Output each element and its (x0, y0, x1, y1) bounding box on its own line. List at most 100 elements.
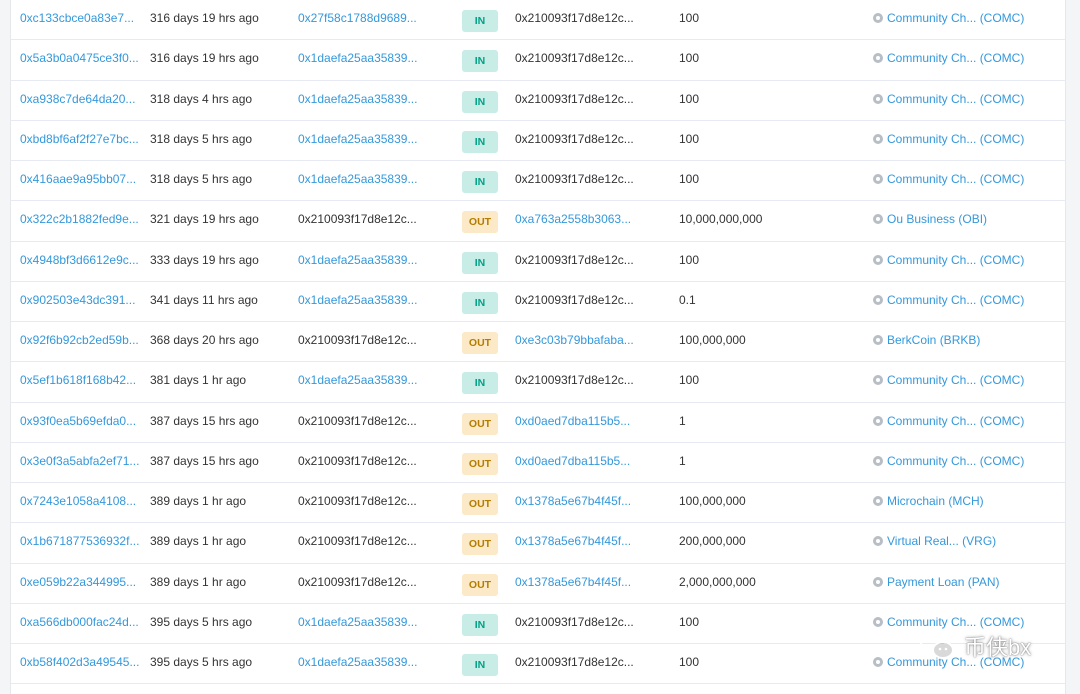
token-icon (873, 375, 883, 386)
token-link[interactable]: Community Ch... (COMC) (873, 403, 1024, 442)
from-address-link[interactable]: 0x1daefa25aa35839... (298, 161, 417, 200)
from-address-link[interactable]: 0x1daefa25aa35839... (298, 604, 417, 643)
from-address-link[interactable]: 0x27f58c1788d9689... (298, 0, 417, 39)
table-row: 0x5a3b0a0475ce3f0... 316 days 19 hrs ago 0… (11, 40, 1065, 81)
token-link[interactable]: Community Ch... (COMC) (873, 40, 1024, 79)
direction-cell: IN (462, 251, 498, 274)
txn-age: 389 days 1 hr ago (150, 574, 247, 589)
quantity-value: 100 (679, 373, 700, 388)
table-row: 0x4948bf3d6612e9c... 333 days 19 hrs ago 0… (11, 242, 1065, 282)
token-link[interactable]: Community Ch... (COMC) (873, 81, 1024, 120)
token-link[interactable]: Microchain (MCH) (873, 483, 984, 522)
from-address: 0x210093f17d8e12c... (298, 333, 417, 347)
txn-age: 341 days 11 hrs ago (150, 292, 258, 307)
to-address-link[interactable]: 0x1378a5e67b4f45f... (515, 523, 631, 562)
txn-hash-link[interactable]: 0xbd8bf6af2f27e7bc... (20, 121, 139, 160)
txn-hash-link[interactable]: 0x93f0ea5b69efda0... (20, 403, 136, 442)
txn-hash-link[interactable]: 0x902503e43dc391... (20, 282, 135, 321)
txn-age: 368 days 20 hrs ago (150, 333, 259, 347)
token-icon (873, 133, 883, 144)
to-address: 0x210093f17d8e12c... (515, 91, 634, 106)
txn-hash-link[interactable]: 0x7243e1058a4108... (20, 483, 136, 522)
txn-age: 316 days 19 hrs ago (150, 51, 259, 66)
to-address-link[interactable]: 0xe3c03b79bbafaba... (515, 322, 634, 361)
token-link[interactable]: Community Ch... (COMC) (873, 282, 1024, 321)
from-address-link[interactable]: 0x1daefa25aa35839... (298, 282, 417, 321)
direction-cell: IN (462, 613, 498, 636)
txn-age: 389 days 1 hr ago (150, 494, 247, 508)
txn-age: 316 days 19 hrs ago (150, 11, 259, 25)
watermark: 币侠bx (918, 628, 1031, 664)
token-link[interactable]: BerkCoin (BRKB) (873, 322, 980, 361)
token-link[interactable]: Community Ch... (COMC) (873, 161, 1024, 200)
table-row: 0x3e0f3a5abfa2ef71... 387 days 15 hrs ago… (11, 443, 1065, 483)
from-address-link[interactable]: 0x1daefa25aa35839... (298, 121, 417, 160)
token-name: Community Ch... (COMC) (887, 11, 1025, 25)
token-name: Community Ch... (COMC) (887, 373, 1025, 388)
page-scrollbar[interactable] (1067, 0, 1080, 694)
direction-badge: IN (462, 613, 498, 636)
token-icon (873, 174, 883, 184)
token-link[interactable]: Payment Loan (PAN) (873, 564, 1000, 603)
to-address-link[interactable]: 0xa763a2558b3063... (515, 201, 631, 240)
token-link[interactable]: Community Ch... (COMC) (873, 121, 1024, 160)
txn-age: 321 days 19 hrs ago (150, 212, 259, 227)
token-link[interactable]: Community Ch... (COMC) (873, 242, 1024, 281)
txn-hash-link[interactable]: 0xc133cbce0a83e7... (20, 0, 134, 39)
to-address-link[interactable]: 0x1378a5e67b4f45f... (515, 483, 631, 522)
table-row: 0x1b671877536932f... 389 days 1 hr ago 0x2… (11, 523, 1065, 564)
quantity-value: 10,000,000,000 (679, 212, 763, 227)
token-icon (873, 335, 883, 345)
token-name: Community Ch... (COMC) (887, 51, 1025, 66)
direction-badge: IN (462, 372, 498, 395)
to-address-link[interactable]: 0xd0aed7dba115b5... (515, 443, 630, 482)
txn-hash-link[interactable]: 0xa566db000fac24d... (20, 604, 139, 643)
direction-badge: IN (462, 10, 498, 32)
to-address-link[interactable]: 0x1378a5e67b4f45f... (515, 564, 631, 603)
to-address-link[interactable]: 0xd0aed7dba115b5... (515, 403, 630, 442)
txn-age: 389 days 1 hr ago (150, 534, 247, 549)
from-address-link[interactable]: 0x1daefa25aa35839... (298, 81, 417, 120)
from-address-link[interactable]: 0x1daefa25aa35839... (298, 362, 417, 401)
txn-hash-link[interactable]: 0xe059b22a344995... (20, 564, 136, 603)
token-icon (873, 657, 883, 667)
txn-hash-link[interactable]: 0x92f6b92cb2ed59b... (20, 322, 139, 361)
token-name: Community Ch... (COMC) (887, 91, 1025, 106)
direction-badge: OUT (462, 211, 498, 234)
txn-hash-link[interactable]: 0x322c2b1882fed9e... (20, 201, 139, 240)
txn-hash-link[interactable]: 0x5a3b0a0475ce3f0... (20, 40, 139, 79)
token-icon (873, 93, 883, 104)
txn-age: 318 days 5 hrs ago (150, 131, 253, 146)
token-link[interactable]: Virtual Real... (VRG) (873, 523, 996, 562)
txn-hash-link[interactable]: 0xb58f402d3a49545... (20, 644, 139, 683)
token-link[interactable]: Community Ch... (COMC) (873, 443, 1024, 482)
token-name: Community Ch... (COMC) (887, 292, 1025, 307)
direction-cell: OUT (462, 210, 498, 234)
txn-hash-link[interactable]: 0x416aae9a95bb07... (20, 161, 136, 200)
direction-cell: IN (462, 371, 498, 395)
quantity-value: 100 (679, 11, 700, 25)
txn-hash-link[interactable]: 0x5ef1b618f168b42... (20, 362, 136, 401)
txn-hash-link[interactable]: 0xa938c7de64da20... (20, 81, 135, 120)
direction-badge: IN (462, 50, 498, 73)
txn-hash-link[interactable]: 0x3e0f3a5abfa2ef71... (20, 443, 139, 482)
token-link[interactable]: Community Ch... (COMC) (873, 362, 1024, 401)
token-name: Community Ch... (COMC) (887, 413, 1025, 428)
txn-hash-link[interactable]: 0x1b671877536932f... (20, 523, 139, 562)
direction-badge: IN (462, 251, 498, 274)
direction-cell: IN (462, 291, 498, 314)
from-address-link[interactable]: 0x1daefa25aa35839... (298, 40, 417, 79)
from-address-link[interactable]: 0x1daefa25aa35839... (298, 242, 417, 281)
token-link[interactable]: Community Ch... (COMC) (873, 0, 1024, 39)
quantity-value: 200,000,000 (679, 534, 746, 549)
table-row: 0xb58f402d3a49545... 395 days 5 hrs ago 0x… (11, 644, 1065, 685)
token-icon (873, 415, 883, 426)
direction-cell: OUT (462, 412, 498, 435)
txn-hash-link[interactable]: 0x4948bf3d6612e9c... (20, 242, 139, 281)
txn-age: 333 days 19 hrs ago (150, 252, 259, 267)
from-address-link[interactable]: 0x1daefa25aa35839... (298, 644, 417, 683)
direction-badge: IN (462, 171, 498, 193)
direction-badge: OUT (462, 573, 498, 596)
token-link[interactable]: Ou Business (OBI) (873, 201, 987, 240)
to-address: 0x210093f17d8e12c... (515, 11, 634, 25)
